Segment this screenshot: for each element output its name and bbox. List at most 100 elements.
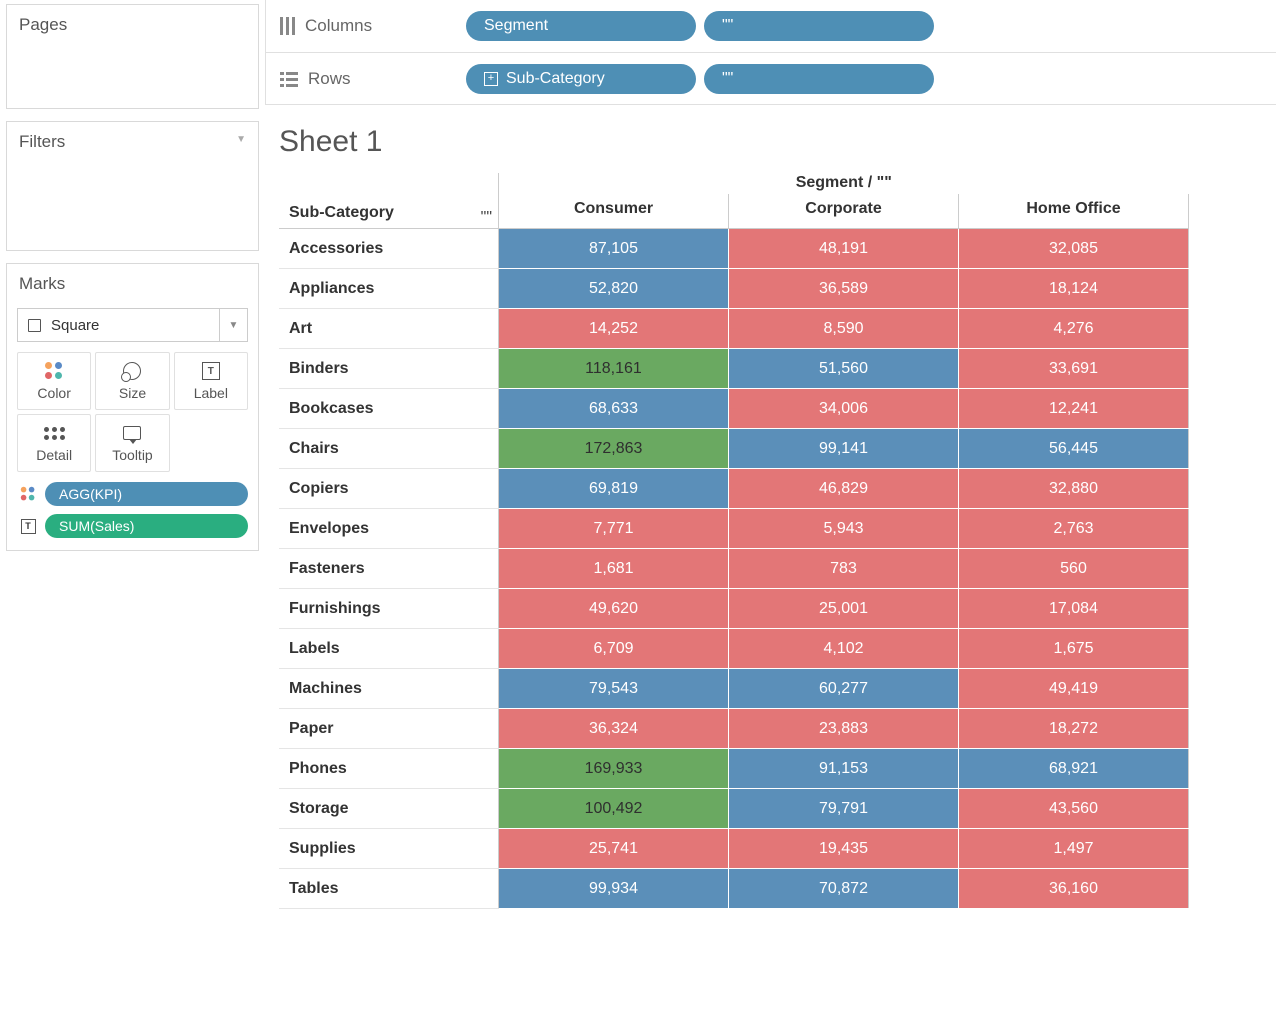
columns-shelf[interactable]: Columns Segment "" [265, 0, 1276, 52]
columns-blank-pill[interactable]: "" [704, 11, 934, 41]
data-cell[interactable]: 48,191 [729, 229, 959, 269]
data-cell[interactable]: 8,590 [729, 309, 959, 349]
data-cell[interactable]: 5,943 [729, 509, 959, 549]
mark-type-label: Square [51, 317, 99, 334]
data-cell[interactable]: 36,324 [499, 709, 729, 749]
data-cell[interactable]: 4,102 [729, 629, 959, 669]
data-cell[interactable]: 1,497 [959, 829, 1189, 869]
data-cell[interactable]: 19,435 [729, 829, 959, 869]
row-header[interactable]: Bookcases [279, 389, 499, 429]
data-cell[interactable]: 34,006 [729, 389, 959, 429]
data-cell[interactable]: 23,883 [729, 709, 959, 749]
mark-type-select[interactable]: Square ▼ [17, 308, 248, 342]
data-cell[interactable]: 560 [959, 549, 1189, 589]
row-header[interactable]: Phones [279, 749, 499, 789]
col-header-home[interactable]: Home Office [959, 194, 1189, 229]
data-cell[interactable]: 36,160 [959, 869, 1189, 909]
row-header[interactable]: Art [279, 309, 499, 349]
segment-pill[interactable]: Segment [466, 11, 696, 41]
row-header[interactable]: Machines [279, 669, 499, 709]
data-cell[interactable]: 17,084 [959, 589, 1189, 629]
data-cell[interactable]: 68,633 [499, 389, 729, 429]
data-cell[interactable]: 52,820 [499, 269, 729, 309]
viz-area: Sheet 1 Segment / "" Sub-Category "" Con… [265, 105, 1276, 1031]
data-cell[interactable]: 783 [729, 549, 959, 589]
rows-blank-pill[interactable]: "" [704, 64, 934, 94]
data-cell[interactable]: 2,763 [959, 509, 1189, 549]
label-icon: T [21, 519, 36, 534]
row-header[interactable]: Paper [279, 709, 499, 749]
row-header[interactable]: Storage [279, 789, 499, 829]
label-card[interactable]: T Label [174, 352, 248, 410]
data-cell[interactable]: 100,492 [499, 789, 729, 829]
data-cell[interactable]: 68,921 [959, 749, 1189, 789]
row-header[interactable]: Furnishings [279, 589, 499, 629]
data-cell[interactable]: 33,691 [959, 349, 1189, 389]
row-header[interactable]: Appliances [279, 269, 499, 309]
data-cell[interactable]: 51,560 [729, 349, 959, 389]
row-dim-header[interactable]: Sub-Category [279, 194, 470, 229]
data-cell[interactable]: 70,872 [729, 869, 959, 909]
crosstab[interactable]: Segment / "" Sub-Category "" Consumer Co… [279, 173, 1189, 909]
sheet-title[interactable]: Sheet 1 [279, 125, 1270, 159]
data-cell[interactable]: 1,681 [499, 549, 729, 589]
color-card[interactable]: Color [17, 352, 91, 410]
data-cell[interactable]: 25,001 [729, 589, 959, 629]
rows-label: Rows [308, 69, 351, 89]
tooltip-card[interactable]: Tooltip [95, 414, 169, 472]
data-cell[interactable]: 7,771 [499, 509, 729, 549]
data-cell[interactable]: 69,819 [499, 469, 729, 509]
kpi-pill[interactable]: AGG(KPI) [45, 482, 248, 506]
data-cell[interactable]: 43,560 [959, 789, 1189, 829]
color-label: Color [22, 385, 86, 401]
detail-card[interactable]: Detail [17, 414, 91, 472]
filters-shelf[interactable]: Filters ▼ [6, 121, 259, 251]
data-cell[interactable]: 118,161 [499, 349, 729, 389]
data-cell[interactable]: 169,933 [499, 749, 729, 789]
marks-card: Marks Square ▼ Color Size T Label [6, 263, 259, 551]
data-cell[interactable]: 49,620 [499, 589, 729, 629]
chevron-down-icon[interactable]: ▼ [236, 134, 246, 145]
row-header[interactable]: Tables [279, 869, 499, 909]
data-cell[interactable]: 172,863 [499, 429, 729, 469]
chevron-down-icon[interactable]: ▼ [219, 309, 247, 341]
data-cell[interactable]: 56,445 [959, 429, 1189, 469]
data-cell[interactable]: 6,709 [499, 629, 729, 669]
data-cell[interactable]: 4,276 [959, 309, 1189, 349]
data-cell[interactable]: 32,085 [959, 229, 1189, 269]
data-cell[interactable]: 79,543 [499, 669, 729, 709]
data-cell[interactable]: 18,272 [959, 709, 1189, 749]
data-cell[interactable]: 12,241 [959, 389, 1189, 429]
data-cell[interactable]: 46,829 [729, 469, 959, 509]
subcategory-pill[interactable]: +Sub-Category [466, 64, 696, 94]
rows-shelf[interactable]: Rows +Sub-Category "" [265, 52, 1276, 104]
data-cell[interactable]: 18,124 [959, 269, 1189, 309]
data-cell[interactable]: 60,277 [729, 669, 959, 709]
data-cell[interactable]: 91,153 [729, 749, 959, 789]
data-cell[interactable]: 99,141 [729, 429, 959, 469]
square-icon [28, 319, 41, 332]
row-header[interactable]: Binders [279, 349, 499, 389]
col-header-corporate[interactable]: Corporate [729, 194, 959, 229]
row-header[interactable]: Accessories [279, 229, 499, 269]
data-cell[interactable]: 87,105 [499, 229, 729, 269]
pages-shelf[interactable]: Pages [6, 4, 259, 109]
data-cell[interactable]: 49,419 [959, 669, 1189, 709]
row-header[interactable]: Copiers [279, 469, 499, 509]
data-cell[interactable]: 32,880 [959, 469, 1189, 509]
data-cell[interactable]: 1,675 [959, 629, 1189, 669]
row-header[interactable]: Fasteners [279, 549, 499, 589]
size-card[interactable]: Size [95, 352, 169, 410]
row-header[interactable]: Labels [279, 629, 499, 669]
row-header[interactable]: Chairs [279, 429, 499, 469]
data-cell[interactable]: 36,589 [729, 269, 959, 309]
row-header[interactable]: Supplies [279, 829, 499, 869]
data-cell[interactable]: 79,791 [729, 789, 959, 829]
data-cell[interactable]: 14,252 [499, 309, 729, 349]
row-quotes-header[interactable]: "" [470, 194, 499, 229]
sales-pill[interactable]: SUM(Sales) [45, 514, 248, 538]
row-header[interactable]: Envelopes [279, 509, 499, 549]
col-header-consumer[interactable]: Consumer [499, 194, 729, 229]
data-cell[interactable]: 25,741 [499, 829, 729, 869]
data-cell[interactable]: 99,934 [499, 869, 729, 909]
